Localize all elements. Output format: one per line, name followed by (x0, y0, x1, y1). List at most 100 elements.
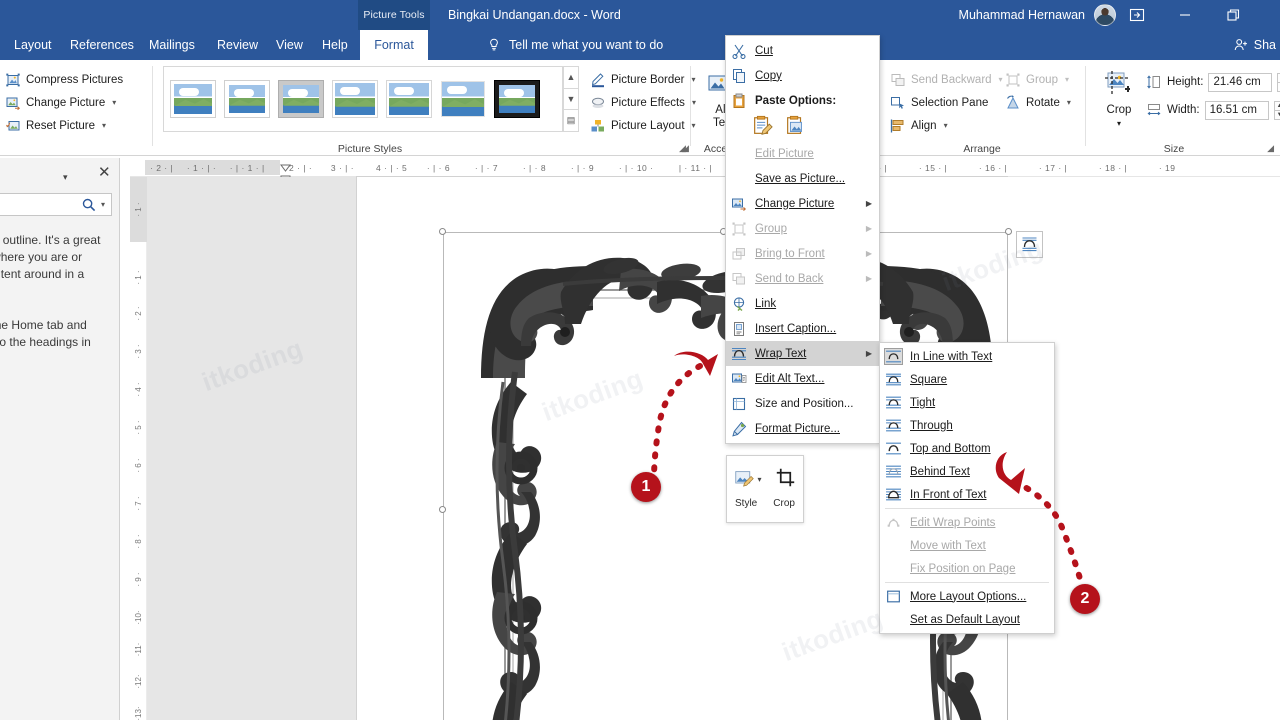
mini-style-button[interactable]: ▾ (734, 469, 762, 490)
picture-style-thumb[interactable] (170, 80, 216, 118)
gallery-scroll-up-button[interactable]: ▲ (563, 66, 579, 88)
picture-styles-gallery[interactable] (163, 66, 563, 132)
picture-style-thumb[interactable] (441, 81, 485, 117)
context-menu-item-size-and-position[interactable]: Size and Position... (726, 391, 879, 416)
context-menu-item-edit-alt-text[interactable]: Edit Alt Text... (726, 366, 879, 391)
context-menu-item-save-as-picture[interactable]: Save as Picture... (726, 166, 879, 191)
submenu-item-through[interactable]: Through (880, 414, 1054, 437)
submenu-item-tight[interactable]: Tight (880, 391, 1054, 414)
mini-toolbar[interactable]: ▾ Style Crop (726, 455, 804, 523)
submenu-item-in-line-with-text[interactable]: In Line with Text (880, 345, 1054, 368)
context-menu-item-cut[interactable]: Cut (726, 38, 879, 63)
paste-keep-source-formatting-button[interactable] (751, 115, 773, 137)
tab-layout[interactable]: Layout (4, 30, 62, 60)
chevron-down-icon[interactable]: ▾ (1067, 98, 1071, 107)
rotate-button[interactable]: Rotate ▾ (1002, 91, 1074, 114)
context-menu-item-insert-caption[interactable]: Insert Caption... (726, 316, 879, 341)
layout-options-button[interactable] (1016, 231, 1043, 258)
navigation-help-line-1: This is your document outline. It's a gr… (0, 233, 101, 281)
gallery-scroll-buttons[interactable]: ▲ ▼ ▤ (563, 66, 579, 133)
ribbon-display-options-button[interactable] (1116, 0, 1158, 30)
gallery-scroll-down-button[interactable]: ▼ (563, 87, 579, 110)
context-menu-item-change-picture[interactable]: Change Picture ▶ (726, 191, 879, 216)
mini-crop-button[interactable] (776, 468, 795, 492)
vertical-ruler[interactable]: · 1 · · 1 · · 2 · · 3 · · 4 · · 5 · · 6 … (130, 177, 147, 720)
tab-references[interactable]: References (60, 30, 144, 60)
submenu-item-top-and-bottom[interactable]: Top and Bottom (880, 437, 1054, 460)
restore-button[interactable] (1212, 0, 1254, 30)
width-stepper-up[interactable]: ▲ (1273, 100, 1280, 110)
chevron-down-icon[interactable]: ▾ (102, 121, 106, 130)
picture-border-button[interactable]: Picture Border ▾ (587, 68, 699, 91)
reset-picture-button[interactable]: Reset Picture ▾ (2, 114, 126, 137)
picture-style-thumb[interactable] (278, 80, 324, 118)
picture-effects-button[interactable]: Picture Effects ▾ (587, 91, 699, 114)
context-menu-label-wrap-text: Wrap Text (755, 347, 807, 360)
submenu-item-more-layout-options[interactable]: More Layout Options... (880, 585, 1054, 608)
crop-button[interactable]: Crop ▾ (1092, 65, 1146, 130)
submenu-item-in-front-of-text[interactable]: In Front of Text (880, 483, 1054, 506)
paste-options-row[interactable] (726, 113, 879, 141)
wrap-text-submenu[interactable]: In Line with Text Square Tight Through T… (879, 342, 1055, 634)
mini-style-caret-icon[interactable]: ▾ (757, 475, 761, 484)
tab-format[interactable]: Format (360, 30, 428, 60)
tab-help[interactable]: Help (312, 30, 358, 60)
resize-handle-top-right[interactable] (1005, 228, 1012, 235)
picture-style-thumb[interactable] (386, 80, 432, 118)
picture-context-menu[interactable]: Cut Copy Paste Options: Edit Picture Sav… (725, 35, 880, 444)
tab-mailings[interactable]: Mailings (139, 30, 205, 60)
navigation-pane-menu-button[interactable]: ▾ (63, 172, 68, 183)
width-stepper-down[interactable]: ▼ (1273, 109, 1280, 120)
document-canvas[interactable] (147, 177, 1280, 720)
search-options-caret-icon[interactable]: ▾ (101, 200, 105, 209)
context-menu-item-wrap-text[interactable]: Wrap Text ▶ (726, 341, 879, 366)
width-input[interactable]: 16.51 cm (1204, 100, 1269, 120)
submenu-item-set-as-default-layout[interactable]: Set as Default Layout (880, 608, 1054, 631)
tab-review[interactable]: Review (207, 30, 268, 60)
resize-handle-middle-left[interactable] (439, 506, 446, 513)
account-info[interactable]: Muhammad Hernawan (959, 0, 1116, 30)
resize-handle-top-left[interactable] (439, 228, 446, 235)
navigation-search-box[interactable]: ▾ (0, 193, 112, 216)
wrap-inline-icon (884, 348, 903, 365)
context-menu-item-copy[interactable]: Copy (726, 63, 879, 88)
tab-view[interactable]: View (266, 30, 313, 60)
size-dialog-launcher[interactable]: ◢ (1267, 143, 1274, 154)
width-stepper[interactable]: ▲ ▼ (1273, 100, 1280, 120)
paste-picture-button[interactable] (784, 115, 806, 137)
crop-caret-icon[interactable]: ▾ (1117, 117, 1121, 130)
reset-picture-icon (6, 120, 20, 130)
gallery-more-button[interactable]: ▤ (563, 109, 579, 133)
chevron-down-icon[interactable]: ▾ (112, 98, 116, 107)
navigation-pane-close-button[interactable]: ✕ (98, 165, 111, 180)
accessibility-dialog-launcher[interactable]: ◢ (682, 143, 689, 154)
context-menu-item-edit-picture: Edit Picture (726, 141, 879, 166)
picture-style-thumb-selected[interactable] (494, 80, 540, 118)
group-button[interactable]: Group ▾ (1002, 68, 1074, 91)
horizontal-ruler[interactable]: · 2 · | · 1 · | · · | · 1 · | · 2 · | · … (130, 158, 1280, 182)
context-menu-item-link[interactable]: Link (726, 291, 879, 316)
lightbulb-icon (490, 38, 498, 51)
chevron-down-icon[interactable]: ▾ (944, 121, 948, 130)
compress-pictures-button[interactable]: Compress Pictures (2, 68, 126, 91)
search-icon[interactable] (81, 197, 97, 213)
align-button[interactable]: Align ▾ (887, 114, 1006, 137)
link-icon (733, 296, 745, 311)
change-picture-icon (6, 97, 21, 110)
selection-pane-button[interactable]: Selection Pane (887, 91, 1006, 114)
share-button[interactable]: Sha (1233, 30, 1276, 60)
submenu-item-square[interactable]: Square (880, 368, 1054, 391)
minimize-button[interactable] (1164, 0, 1206, 30)
picture-style-thumb[interactable] (224, 80, 270, 118)
send-backward-button[interactable]: Send Backward ▾ (887, 68, 1006, 91)
picture-layout-button[interactable]: Picture Layout ▾ (587, 114, 699, 137)
change-picture-button[interactable]: Change Picture ▾ (2, 91, 126, 114)
chevron-down-icon[interactable]: ▾ (1065, 75, 1069, 84)
group-label: Group (1026, 73, 1058, 86)
picture-style-thumb[interactable] (332, 80, 378, 118)
submenu-item-behind-text[interactable]: Behind Text (880, 460, 1054, 483)
tell-me-search[interactable]: Tell me what you want to do (486, 30, 663, 60)
context-menu-item-format-picture[interactable]: Format Picture... (726, 416, 879, 441)
avatar[interactable] (1094, 4, 1116, 26)
height-input[interactable]: 21.46 cm (1208, 72, 1273, 92)
